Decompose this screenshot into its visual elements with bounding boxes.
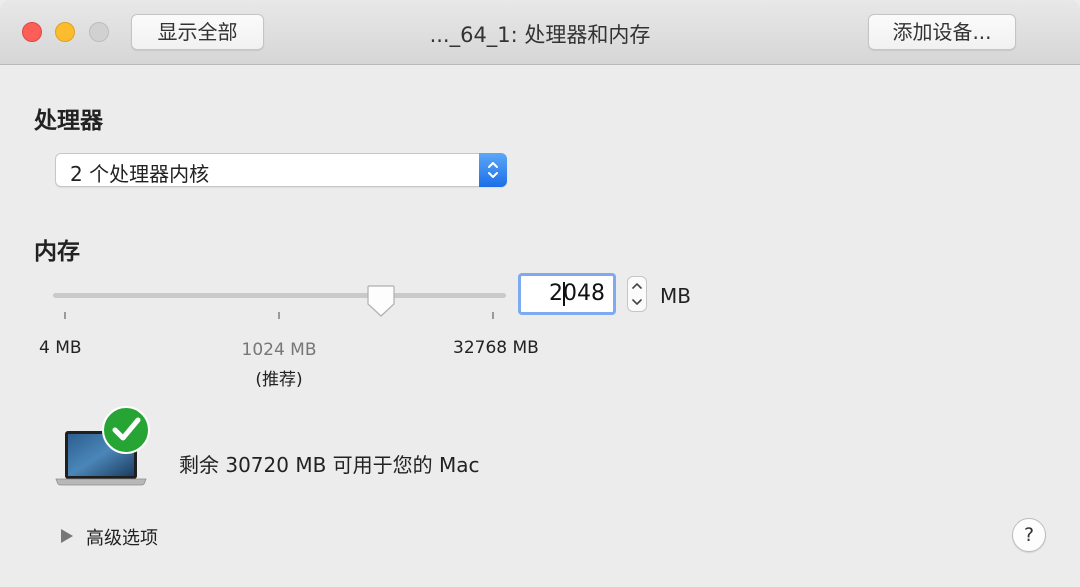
close-window-button[interactable] bbox=[22, 22, 42, 42]
show-all-button[interactable]: 显示全部 bbox=[131, 14, 264, 50]
slider-tick-recommended bbox=[278, 312, 280, 319]
processor-select-value: 2 个处理器内核 bbox=[70, 162, 210, 186]
window: 显示全部 ..._64_1: 处理器和内存 添加设备... 处理器 2 个处理器… bbox=[0, 0, 1080, 587]
memory-slider-track[interactable] bbox=[53, 293, 506, 298]
processor-select[interactable]: 2 个处理器内核 bbox=[55, 153, 507, 187]
tick-label-min: 4 MB bbox=[39, 338, 82, 358]
chevron-updown-icon bbox=[479, 153, 507, 187]
memory-slider-thumb[interactable] bbox=[366, 284, 396, 318]
titlebar: 显示全部 ..._64_1: 处理器和内存 添加设备... bbox=[0, 0, 1080, 65]
slider-tick-max bbox=[492, 312, 494, 319]
memory-unit-label: MB bbox=[660, 284, 691, 308]
stepper-down-icon[interactable] bbox=[631, 297, 643, 307]
advanced-options-toggle[interactable]: 高级选项 bbox=[86, 524, 158, 550]
memory-stepper[interactable] bbox=[627, 276, 647, 312]
tick-label-recommended-note: (推荐) bbox=[255, 370, 303, 390]
text-caret bbox=[563, 282, 565, 306]
laptop-check-icon bbox=[55, 406, 150, 486]
minimize-window-button[interactable] bbox=[55, 22, 75, 42]
window-title: ..._64_1: 处理器和内存 bbox=[429, 23, 651, 47]
zoom-window-button[interactable] bbox=[89, 22, 109, 42]
disclosure-triangle-icon[interactable] bbox=[60, 528, 74, 544]
memory-heading: 内存 bbox=[34, 239, 80, 265]
tick-label-recommended: 1024 MB bbox=[241, 340, 317, 360]
available-memory-status: 剩余 30720 MB 可用于您的 Mac bbox=[179, 453, 480, 477]
help-button[interactable]: ? bbox=[1012, 518, 1046, 552]
processor-heading: 处理器 bbox=[34, 108, 103, 134]
tick-label-max: 32768 MB bbox=[453, 338, 539, 358]
memory-input[interactable]: 2048 bbox=[518, 273, 616, 315]
stepper-up-icon[interactable] bbox=[631, 281, 643, 291]
slider-tick-min bbox=[64, 312, 66, 319]
add-device-button[interactable]: 添加设备... bbox=[868, 14, 1016, 50]
